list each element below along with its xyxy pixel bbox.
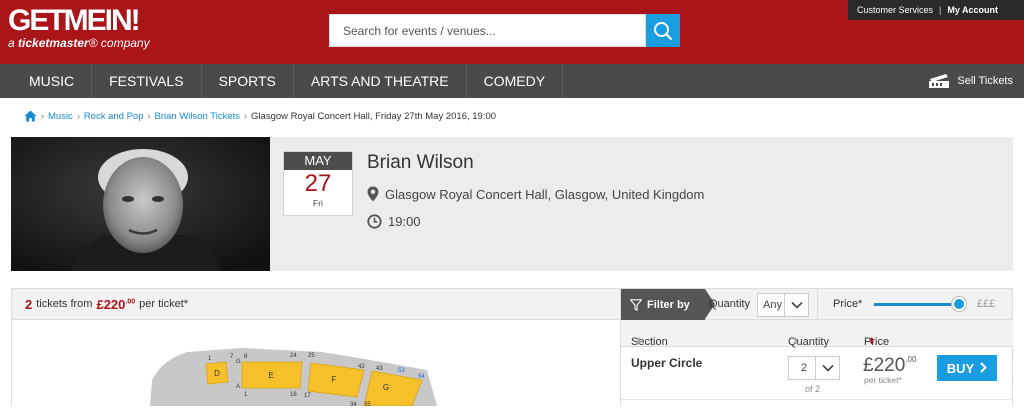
sort-icon: ⬍ bbox=[868, 336, 876, 346]
event-venue-text: Glasgow Royal Concert Hall, Glasgow, Uni… bbox=[385, 186, 705, 202]
home-icon[interactable] bbox=[24, 110, 37, 122]
event-month: MAY bbox=[284, 152, 352, 170]
per-ticket-text: per ticket* bbox=[139, 298, 189, 310]
event-day: 27 bbox=[304, 170, 332, 197]
row-divider bbox=[621, 399, 1013, 400]
search-button[interactable] bbox=[646, 14, 680, 47]
row-quantity-available: of 2 bbox=[805, 384, 821, 394]
row-price: £220.00 bbox=[863, 355, 917, 376]
ticket-listing: Section ⬍ Quantity ⬍ Price ⬍ Upper Circle 2… bbox=[621, 320, 1013, 406]
price-slider-handle[interactable] bbox=[952, 297, 966, 311]
event-weekday: Fri bbox=[313, 198, 323, 208]
seat-map: D E F G 1 7 G 8 24 25 42 43 53 54 A 1 16… bbox=[11, 320, 621, 408]
price-filter-label: Price* bbox=[833, 298, 863, 310]
sort-icon: ⬍ bbox=[792, 336, 800, 346]
site-logo[interactable]: GETMEIN! a ticketmaster® company bbox=[8, 4, 150, 51]
search-icon bbox=[654, 21, 673, 40]
row-label: A bbox=[236, 384, 240, 390]
row-label: G bbox=[236, 359, 241, 365]
row-label: 54 bbox=[418, 374, 425, 380]
filter-bar: Filter by Quantity Any Price* £££ bbox=[621, 288, 1013, 320]
chevron-right-icon: › bbox=[244, 111, 248, 121]
event-time: 19:00 bbox=[367, 214, 421, 229]
breadcrumb: › Music › Rock and Pop › Brian Wilson Ti… bbox=[24, 108, 496, 124]
price-range-label: £££ bbox=[977, 298, 996, 310]
breadcrumb-rock-and-pop[interactable]: Rock and Pop bbox=[84, 111, 144, 122]
row-quantity-select[interactable]: 2 bbox=[788, 356, 840, 380]
row-quantity-value: 2 bbox=[801, 362, 808, 374]
seat-block-label-g: G bbox=[383, 383, 389, 392]
row-label: 35 bbox=[364, 402, 371, 406]
ticket-count: 2 bbox=[25, 296, 33, 312]
row-label: 42 bbox=[358, 364, 365, 370]
sell-tickets-link[interactable]: Sell Tickets bbox=[928, 64, 1013, 98]
ticket-stack-icon bbox=[929, 74, 950, 88]
buy-label: BUY bbox=[946, 360, 975, 376]
chevron-right-icon: › bbox=[147, 111, 151, 121]
funnel-icon bbox=[630, 298, 642, 311]
row-label: 24 bbox=[290, 353, 297, 359]
seat-block-label-d: D bbox=[214, 369, 220, 378]
nav-item-comedy[interactable]: COMEDY bbox=[467, 64, 564, 98]
row-label: 25 bbox=[308, 353, 315, 359]
logo-tagline: a ticketmaster® company bbox=[8, 36, 150, 50]
quantity-filter-label: Quantity bbox=[709, 298, 750, 310]
breadcrumb-current: Glasgow Royal Concert Hall, Friday 27th … bbox=[251, 110, 497, 122]
map-pin-icon bbox=[367, 186, 379, 202]
chevron-right-icon: › bbox=[41, 111, 44, 121]
sell-tickets-label: Sell Tickets bbox=[957, 75, 1013, 87]
row-label: 17 bbox=[304, 393, 311, 399]
account-bar: Customer Services | My Account bbox=[848, 0, 1024, 20]
divider bbox=[817, 289, 818, 320]
event-time-text: 19:00 bbox=[388, 214, 421, 229]
sort-icon: ⬍ bbox=[635, 336, 643, 346]
search-input[interactable] bbox=[330, 15, 645, 46]
chevron-down-icon bbox=[784, 294, 808, 316]
row-label: 34 bbox=[350, 402, 357, 406]
customer-services-link[interactable]: Customer Services bbox=[857, 5, 933, 15]
nav-item-arts-and-theatre[interactable]: ARTS AND THEATRE bbox=[294, 64, 467, 98]
row-label: 43 bbox=[376, 366, 383, 372]
event-venue[interactable]: Glasgow Royal Concert Hall, Glasgow, Uni… bbox=[367, 186, 704, 202]
logo-wordmark: GETMEIN! bbox=[8, 4, 141, 37]
ticket-summary: 2 tickets from £220.00 per ticket* bbox=[11, 288, 621, 320]
chevron-right-icon: › bbox=[76, 111, 80, 121]
main-nav: MUSIC FESTIVALS SPORTS ARTS AND THEATRE … bbox=[0, 64, 1024, 98]
quantity-filter-select[interactable]: Any bbox=[757, 293, 809, 317]
seat-block-label-f: F bbox=[332, 375, 337, 384]
seat-block-label-e: E bbox=[268, 371, 273, 380]
filter-by-label: Filter by bbox=[647, 298, 690, 311]
chevron-right-icon bbox=[980, 361, 988, 376]
breadcrumb-music[interactable]: Music bbox=[48, 111, 73, 122]
row-label: 16 bbox=[290, 392, 297, 398]
nav-item-music[interactable]: MUSIC bbox=[0, 64, 93, 98]
buy-button[interactable]: BUY bbox=[937, 355, 997, 381]
quantity-filter-value: Any bbox=[763, 299, 782, 311]
filter-by-button[interactable]: Filter by bbox=[621, 289, 715, 320]
nav-item-festivals[interactable]: FESTIVALS bbox=[92, 64, 202, 98]
clock-icon bbox=[367, 214, 382, 229]
price-slider-track[interactable] bbox=[874, 303, 961, 306]
breadcrumb-brian-wilson-tickets[interactable]: Brian Wilson Tickets bbox=[155, 111, 241, 122]
row-section: Upper Circle bbox=[631, 356, 703, 370]
search-box bbox=[329, 14, 646, 47]
site-header: GETMEIN! a ticketmaster® company Custome… bbox=[0, 0, 1024, 64]
row-label: 53 bbox=[398, 368, 405, 374]
tickets-from-text: tickets from bbox=[36, 298, 93, 310]
my-account-link[interactable]: My Account bbox=[947, 5, 998, 15]
chevron-down-icon bbox=[815, 357, 839, 379]
artist-photo bbox=[11, 137, 270, 271]
account-separator: | bbox=[939, 5, 942, 15]
nav-item-sports[interactable]: SPORTS bbox=[202, 64, 294, 98]
listing-header: Section ⬍ Quantity ⬍ Price ⬍ bbox=[621, 320, 1013, 348]
ticket-min-price: £220.00 bbox=[96, 296, 136, 312]
event-info-panel: MAY 27 Fri Brian Wilson Glasgow Royal Co… bbox=[11, 137, 1013, 271]
row-per-ticket: per ticket* bbox=[864, 375, 902, 385]
event-title: Brian Wilson bbox=[367, 152, 474, 173]
event-date-badge: MAY 27 Fri bbox=[283, 151, 353, 216]
